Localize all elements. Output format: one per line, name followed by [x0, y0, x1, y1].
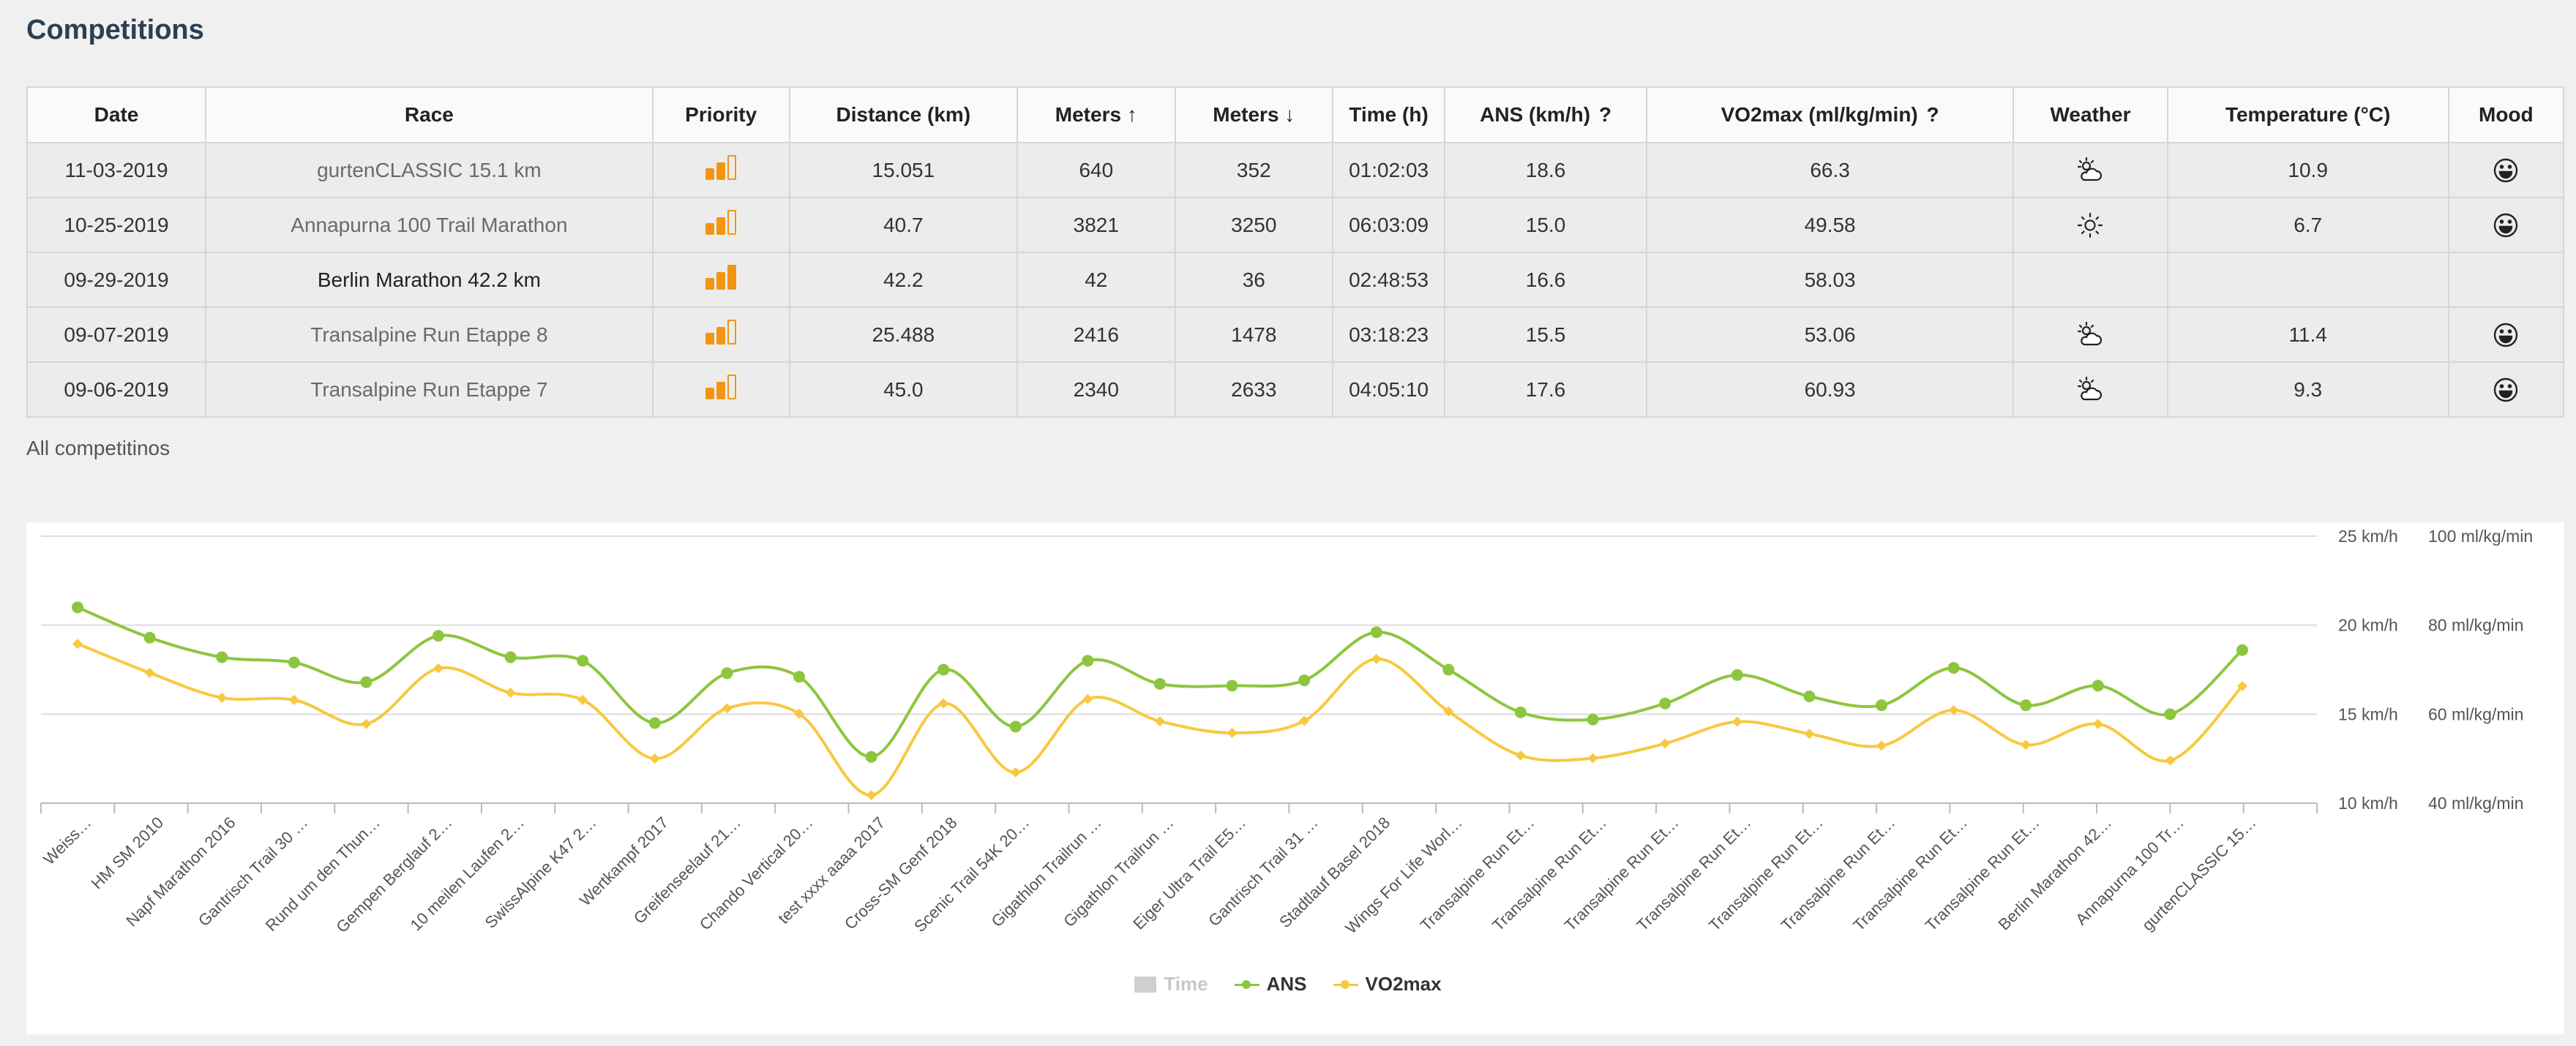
ans-point: [143, 631, 156, 644]
ans-point: [360, 676, 372, 688]
vo2max-point: [217, 692, 228, 703]
ans-point: [1226, 680, 1238, 692]
ans-point: [721, 667, 733, 680]
ans-point: [72, 601, 83, 614]
vo2max-point: [2021, 740, 2032, 750]
x-axis-label: Gempen Berglauf 2…: [332, 813, 455, 936]
legend-item-ans[interactable]: ANS: [1234, 973, 1307, 996]
vo2max-point: [144, 667, 155, 678]
vo2max-point: [1587, 753, 1598, 764]
y-axis-right-tick: 60 ml/kg/min: [2428, 704, 2523, 723]
vo2max-point: [505, 688, 516, 699]
vo2max-point: [866, 790, 877, 801]
vo2max-point: [433, 663, 443, 674]
vo2max-point: [361, 718, 372, 729]
vo2max-point: [649, 753, 660, 764]
ans-point: [1009, 720, 1022, 733]
ans-point: [504, 651, 517, 663]
vo2max-point: [722, 703, 733, 714]
ans-point: [1082, 655, 1094, 667]
vo2max-point: [1804, 729, 1815, 740]
ans-point: [1731, 669, 1743, 681]
ans-point: [1659, 697, 1671, 710]
y-axis-left-tick: 15 km/h: [2338, 704, 2398, 723]
ans-point: [433, 630, 444, 642]
y-axis-left-tick: 25 km/h: [2338, 527, 2398, 546]
vo2max-point: [1371, 653, 1382, 664]
ans-point: [1442, 663, 1455, 676]
vo2max-point: [938, 698, 949, 709]
ans-point: [288, 656, 300, 669]
vo2max-point: [1660, 738, 1671, 749]
ans-point: [793, 671, 805, 683]
y-axis-right-tick: 80 ml/kg/min: [2428, 616, 2523, 635]
vo2max-point: [1010, 767, 1021, 778]
ans-point: [216, 651, 228, 663]
vo2max-point: [1876, 740, 1887, 751]
ans-point: [1587, 713, 1599, 726]
vo2max-swatch-icon: [1333, 979, 1358, 990]
ans-point: [1947, 662, 1960, 674]
ans-point: [648, 717, 661, 729]
ans-point: [1298, 674, 1311, 687]
y-axis-left-tick: 20 km/h: [2338, 616, 2398, 635]
vo2max-point: [288, 694, 299, 705]
ans-swatch-icon: [1234, 979, 1259, 990]
y-axis-left-tick: 10 km/h: [2338, 794, 2398, 813]
ans-point: [1803, 691, 1816, 702]
ans-point: [1515, 706, 1527, 718]
vo2max-point: [2165, 755, 2176, 766]
vo2max-point: [1731, 716, 1742, 727]
vo2max-point: [1227, 727, 1238, 738]
legend-label: Time: [1164, 973, 1208, 995]
ans-point: [937, 663, 950, 676]
x-axis-label: Weiss…: [40, 813, 94, 868]
y-axis-right-tick: 40 ml/kg/min: [2428, 794, 2523, 813]
ans-point: [2020, 699, 2032, 712]
x-axis-label: Wings For Life Worl…: [1341, 813, 1466, 938]
time-swatch-icon: [1134, 976, 1157, 993]
ans-point: [2164, 708, 2176, 720]
vo2max-point: [1082, 693, 1093, 704]
x-axis-label: HM SM 2010: [88, 813, 167, 892]
ans-point: [865, 750, 877, 763]
y-axis-right-tick: 100 ml/kg/min: [2428, 527, 2533, 546]
legend-label: VO2max: [1365, 973, 1442, 995]
vo2max-point: [1516, 750, 1526, 761]
performance-chart: 25 km/h 100 ml/kg/min 20 km/h 80 ml/kg/min 1…: [40, 527, 2533, 938]
legend-item-time[interactable]: Time: [1134, 973, 1208, 996]
ans-point: [2236, 644, 2248, 656]
chart-legend: Time ANS VO2max: [0, 973, 2576, 996]
vo2max-point: [72, 639, 83, 650]
ans-point: [1370, 626, 1382, 639]
ans-point: [577, 655, 589, 667]
ans-point: [1876, 699, 1887, 712]
ans-point: [1154, 677, 1166, 690]
vo2max-point: [1155, 716, 1165, 727]
legend-item-vo2max[interactable]: VO2max: [1333, 973, 1442, 996]
competitions-page: Competitions Date Race Priority Distance…: [0, 0, 2576, 1046]
legend-label: ANS: [1266, 973, 1307, 995]
ans-point: [2092, 680, 2104, 692]
vo2max-point: [2092, 718, 2103, 729]
